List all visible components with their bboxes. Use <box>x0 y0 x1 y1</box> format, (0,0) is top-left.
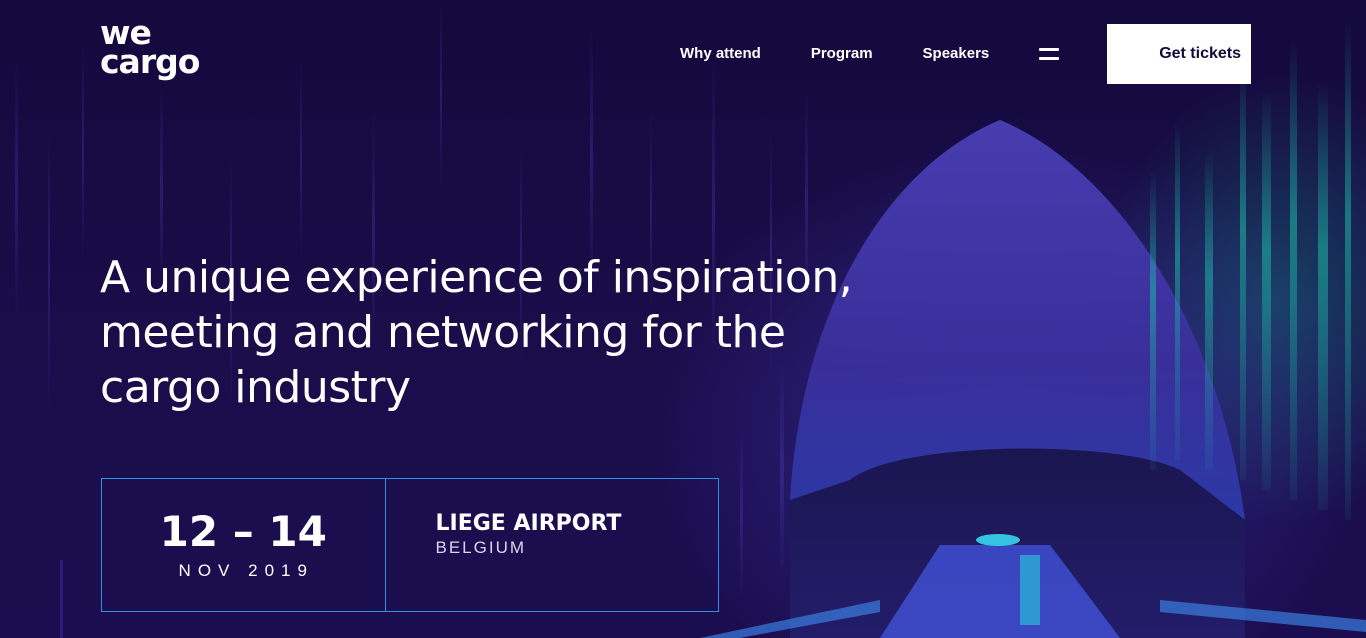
nav-link-speakers[interactable]: Speakers <box>923 45 990 62</box>
hero-section: we cargo Why attend Program Speakers Get… <box>0 0 1366 638</box>
nav-link-program[interactable]: Program <box>811 45 873 62</box>
event-dates: 12 – 14 NOV 2019 <box>102 479 386 611</box>
event-month-year: NOV 2019 <box>178 561 314 580</box>
nav-link-why-attend[interactable]: Why attend <box>680 45 761 62</box>
event-date-range: 12 – 14 <box>159 507 327 556</box>
get-tickets-button[interactable]: Get tickets <box>1107 24 1251 84</box>
event-info-box: 12 – 14 NOV 2019 LIEGE AIRPORT BELGIUM <box>101 478 719 612</box>
hamburger-menu-icon[interactable] <box>1039 47 1060 61</box>
logo-line-cargo: cargo <box>100 42 200 81</box>
hero-headline: A unique experience of inspiration, meet… <box>100 252 853 413</box>
event-country: BELGIUM <box>435 538 527 557</box>
event-location: LIEGE AIRPORT BELGIUM <box>386 457 719 611</box>
main-navigation: Why attend Program Speakers <box>680 45 1060 62</box>
event-venue: LIEGE AIRPORT <box>435 511 622 536</box>
wecargo-logo[interactable]: we cargo <box>100 16 200 81</box>
